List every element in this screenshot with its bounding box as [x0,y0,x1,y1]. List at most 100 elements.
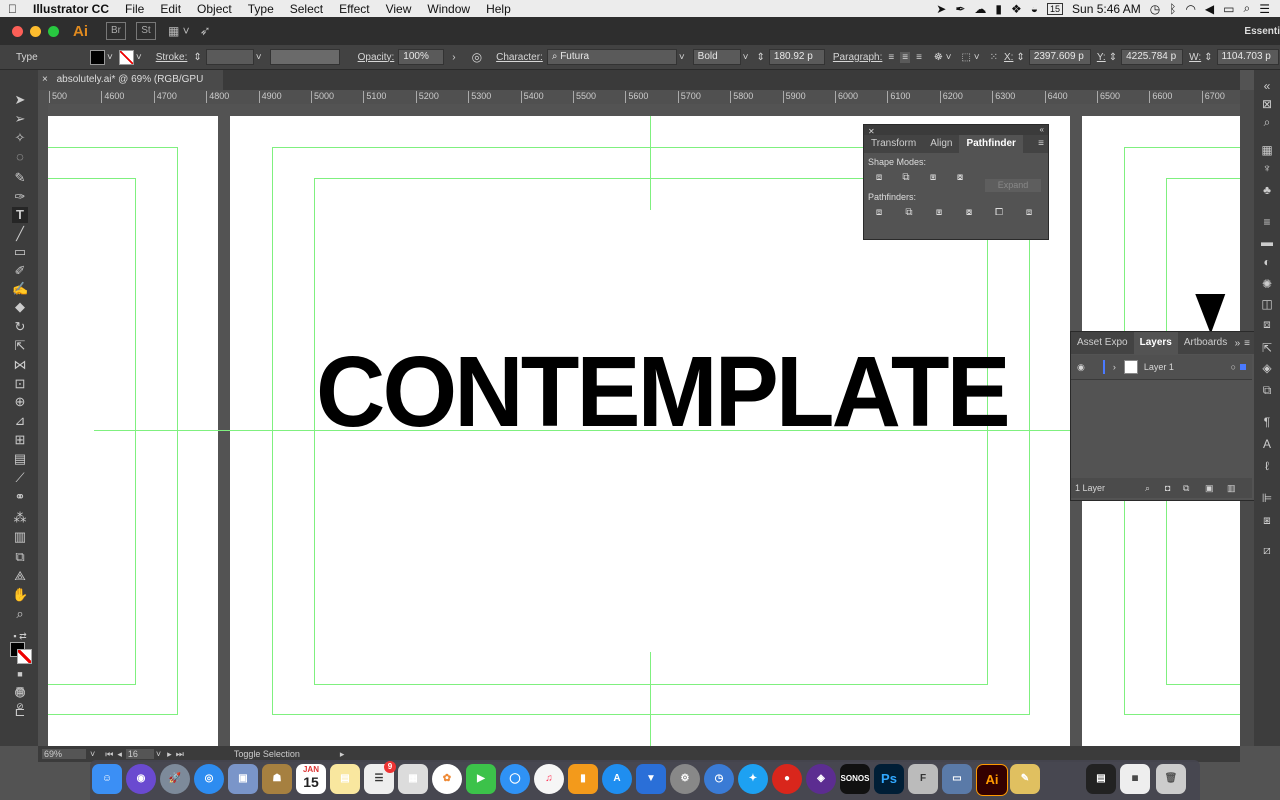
notification-center-icon[interactable]: ☰ [1259,2,1270,16]
dock-collapse-icon[interactable]: « [1259,78,1275,94]
swatches-icon[interactable]: ▦ [1259,142,1275,158]
siri-icon[interactable]: ◉ [126,764,156,794]
panel-menu-icon[interactable]: ≡ [1038,135,1044,153]
screen-mode-icon[interactable]: ⊏ [12,704,28,720]
artboards-icon[interactable]: ⧉ [1259,382,1275,398]
tomato-timer-icon[interactable]: ● [772,764,802,794]
opacity-more-icon[interactable]: › [452,52,455,63]
perspective-grid-tool-icon[interactable]: ⊿ [12,413,28,429]
stroke-color-icon[interactable] [17,649,32,664]
layer-name[interactable]: Layer 1 [1144,362,1174,372]
font-style-field[interactable]: Bold [692,49,741,65]
layer-row[interactable]: ◉ › Layer 1 ○ [1071,355,1252,380]
stroke-stepper-icon[interactable]: ⇕ [193,52,201,63]
zoom-window-button[interactable] [48,25,59,37]
type-tool-icon[interactable]: T [12,207,28,223]
last-artboard-icon[interactable]: ⏭ [176,749,184,760]
variable-width-profile[interactable] [269,49,340,65]
app-menu[interactable]: Illustrator CC [25,2,117,16]
zoom-tool-icon[interactable]: ⌕ [12,606,28,622]
lasso-tool-icon[interactable]: ◌ [12,149,28,165]
shaper-tool-icon[interactable]: ✍ [12,281,28,297]
menu-help[interactable]: Help [478,2,519,16]
recolor-artwork-icon[interactable]: ◎ [472,50,482,64]
hand-tool-icon[interactable]: ✋ [12,587,28,603]
mesh-tool-icon[interactable]: ⊞ [12,432,28,448]
reminders-icon[interactable]: ☰ 9 [364,761,396,794]
appearance-icon[interactable]: ✺ [1259,276,1275,292]
brushes-icon[interactable]: ♆ [1259,160,1275,176]
free-transform-tool-icon[interactable]: ⊡ [12,376,28,392]
tab-asset-export[interactable]: Asset Expo [1071,332,1134,354]
crop-icon[interactable]: ⧇ [962,207,976,219]
stroke-weight-field[interactable] [205,49,254,65]
textedit-icon[interactable]: ✎ [1010,764,1040,794]
stroke-dropdown-icon[interactable]: ˅ [136,52,142,63]
trim-icon[interactable]: ⧉ [902,207,916,219]
expand-layer-icon[interactable]: › [1113,362,1116,372]
pathfinder-icon[interactable]: ⧆ [1259,512,1275,528]
align-panel-icon[interactable]: ⊫ [1259,490,1275,506]
creative-cloud-icon[interactable]: ☁ [974,2,986,16]
y-field[interactable]: 4225.784 p [1121,49,1184,65]
menu-edit[interactable]: Edit [152,2,189,16]
y-stepper-icon[interactable]: ⇕ [1109,52,1117,63]
x-label[interactable]: X: [1004,52,1013,63]
calendar-icon[interactable]: JAN 15 [296,764,326,794]
fill-dropdown-icon[interactable]: ˅ [107,52,113,63]
screen-sharing-icon[interactable]: ▭ [942,764,972,794]
stroke-weight-dropdown-icon[interactable]: ˅ [256,52,262,63]
symbol-sprayer-tool-icon[interactable]: ⁂ [12,510,28,526]
tab-layers[interactable]: Layers [1133,332,1178,354]
font-family-dropdown-icon[interactable]: ˅ [679,52,685,63]
w-stepper-icon[interactable]: ⇕ [1204,52,1212,63]
locate-object-icon[interactable]: ⌕ [1145,478,1150,498]
menu-window[interactable]: Window [419,2,478,16]
next-artboard-icon[interactable]: ▸ [167,749,172,760]
bridge-button[interactable]: Br [106,22,126,40]
tab-artboards[interactable]: Artboards [1178,332,1233,354]
selection-indicator[interactable] [1240,364,1246,370]
artboard-tool-icon[interactable]: ⧉ [12,549,28,565]
drawing-mode-icon[interactable]: ◍ [12,684,28,700]
rectangle-tool-icon[interactable]: ▭ [12,244,28,260]
launchpad-icon[interactable]: 🚀 [160,764,190,794]
stroke-panel-icon[interactable]: ≡ [1259,214,1275,230]
transparency-icon[interactable]: ◐ [1259,254,1275,270]
expand-button[interactable]: Expand [985,179,1041,192]
stroke-swatch[interactable] [118,49,134,65]
libraries-icon[interactable]: ⊠ [1259,96,1275,112]
blend-tool-icon[interactable]: ⚭ [12,489,28,505]
document-tab[interactable]: × absolutely.ai* @ 69% (RGB/GPU Preview) [38,70,223,105]
battery-icon[interactable]: ▭ [1223,2,1234,16]
calendar-status-icon[interactable]: 15 [1047,2,1064,15]
facetime-icon[interactable]: ▶ [466,764,496,794]
tab-transform[interactable]: Transform [864,135,923,153]
stroke-label[interactable]: Stroke: [156,52,188,63]
align-center-icon[interactable]: ≡ [900,51,911,63]
clock-text[interactable]: Sun 5:46 AM [1072,2,1141,16]
merge-icon[interactable]: ⧆ [932,207,946,219]
apple-menu-icon[interactable]:  [0,2,25,16]
status-text[interactable]: Toggle Selection [234,749,300,759]
font-size-field[interactable]: 180.92 p [768,49,825,65]
export-icon[interactable]: ⇱ [1259,340,1275,356]
w-field[interactable]: 1104.703 p [1216,49,1279,65]
dropbox-icon[interactable]: ❖ [1011,2,1022,16]
zoom-dropdown-icon[interactable]: ˅ [90,749,95,759]
make-clipping-mask-icon[interactable]: ◘ [1165,478,1170,498]
twitter-icon[interactable]: ✦ [738,764,768,794]
panel-collapse-icon[interactable]: « [1040,125,1044,135]
align-left-icon[interactable]: ≡ [888,52,894,63]
tab-align[interactable]: Align [923,135,959,153]
slice-tool-icon[interactable]: ⟁ [12,568,28,584]
downloads-stack-icon[interactable]: ▤ [1086,764,1116,794]
artboard-dropdown-icon[interactable]: ˅ [156,749,161,759]
target-circle-icon[interactable]: ○ [1231,362,1236,372]
gradient-panel-icon[interactable]: ▬ [1259,234,1275,250]
bookmark-app-icon[interactable]: ▼ [636,764,666,794]
paragraph-label[interactable]: Paragraph: [833,52,882,63]
panel-expand-icon[interactable]: » [1235,338,1241,349]
menu-object[interactable]: Object [189,2,240,16]
unite-icon[interactable]: ⧈ [872,172,886,184]
